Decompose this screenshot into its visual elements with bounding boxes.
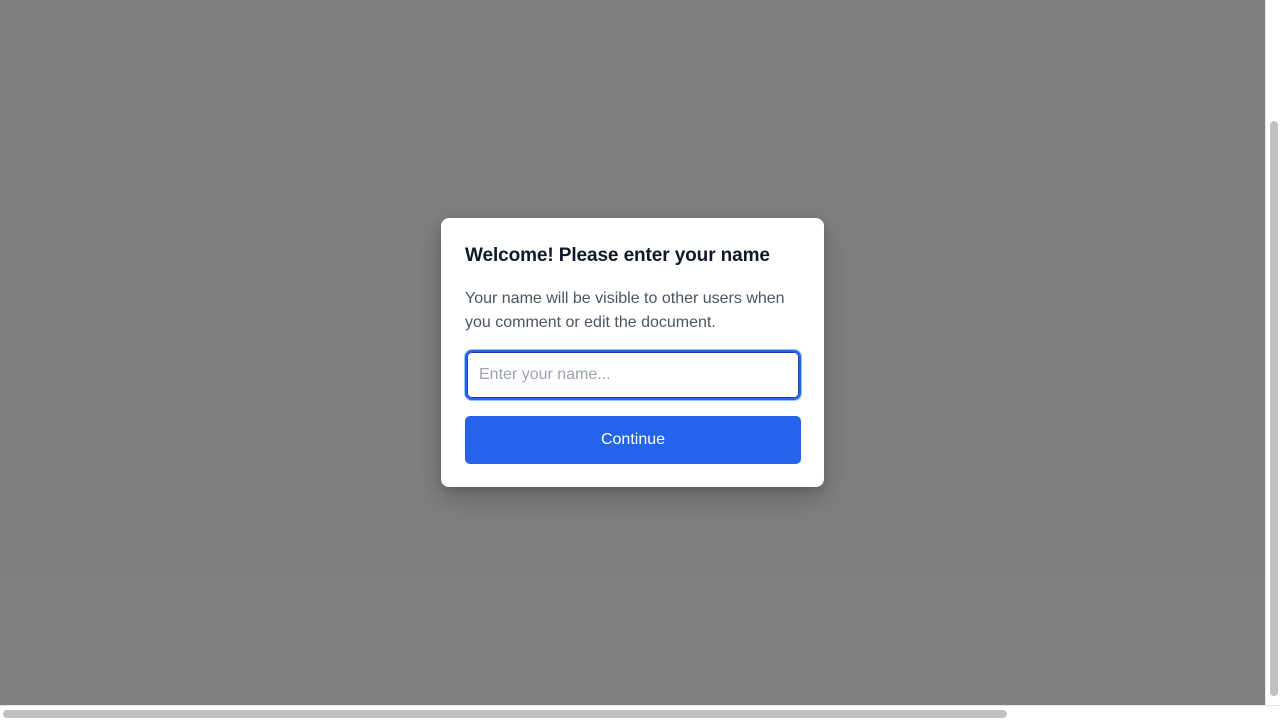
dialog-description: Your name will be visible to other users… [465, 290, 785, 331]
horizontal-scrollbar-thumb[interactable] [3, 710, 1007, 718]
vertical-scrollbar[interactable] [1265, 0, 1280, 705]
horizontal-scrollbar[interactable] [0, 705, 1280, 720]
page-viewport: Welcome! Please enter your name Your nam… [0, 0, 1265, 705]
name-entry-dialog: Welcome! Please enter your name Your nam… [441, 218, 824, 487]
vertical-scrollbar-thumb[interactable] [1270, 121, 1278, 696]
continue-button[interactable]: Continue [465, 416, 801, 464]
name-input[interactable] [465, 350, 801, 400]
dialog-title: Welcome! Please enter your name [465, 245, 770, 266]
